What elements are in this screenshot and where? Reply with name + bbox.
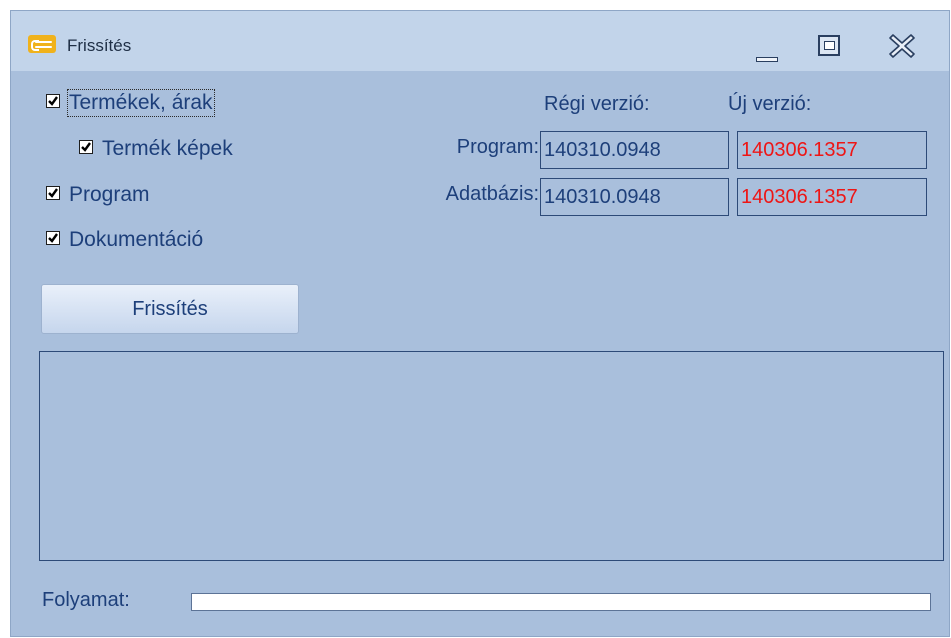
program-version-label: Program:	[456, 136, 539, 158]
checkbox-label: Termék képek	[102, 137, 233, 160]
checkbox-program[interactable]: Program	[46, 183, 246, 209]
window-title: Frissítés	[67, 36, 132, 55]
new-version-header: Új verzió:	[728, 93, 812, 115]
database-old-version-field: 140310.0948	[540, 178, 729, 216]
checkbox-product-images[interactable]: Termék képek	[79, 137, 309, 163]
old-version-header: Régi verzió:	[544, 93, 650, 115]
database-new-version-field: 140306.1357	[737, 178, 927, 216]
log-area[interactable]	[39, 351, 944, 561]
app-logo-icon	[28, 35, 56, 53]
minimize-icon[interactable]	[756, 57, 778, 62]
program-old-version-field: 140310.0948	[540, 131, 729, 169]
update-window: Frissítés Termékek, árak Termék képek Pr…	[10, 10, 950, 637]
close-icon[interactable]	[887, 31, 917, 61]
checkmark-icon[interactable]	[46, 186, 60, 200]
update-button[interactable]: Frissítés	[41, 284, 299, 334]
checkbox-products-prices[interactable]: Termékek, árak	[46, 89, 306, 117]
checkbox-label: Program	[69, 183, 150, 206]
checkmark-icon[interactable]	[46, 231, 60, 245]
database-version-label: Adatbázis:	[445, 183, 539, 205]
checkbox-label: Dokumentáció	[69, 228, 204, 251]
maximize-icon[interactable]	[818, 35, 840, 56]
progress-label: Folyamat:	[42, 589, 130, 611]
checkmark-icon[interactable]	[79, 140, 93, 154]
title-bar[interactable]: Frissítés	[11, 11, 949, 71]
program-new-version-field: 140306.1357	[737, 131, 927, 169]
progress-bar	[191, 593, 931, 611]
checkmark-icon[interactable]	[46, 94, 60, 108]
checkbox-documentation[interactable]: Dokumentáció	[46, 228, 276, 254]
checkbox-label: Termékek, árak	[67, 89, 215, 117]
